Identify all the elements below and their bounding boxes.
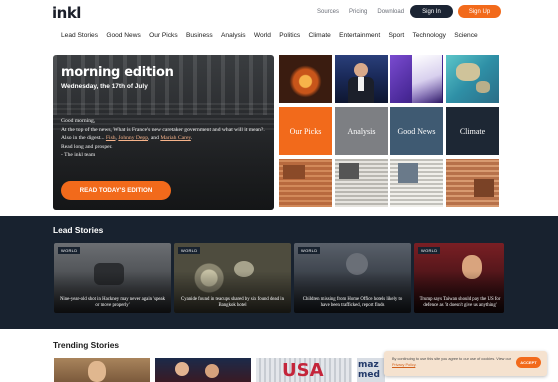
story-headline: Cyanide found in teacups shared by six f… bbox=[181, 297, 284, 309]
digest-text: Also in the digest... Fish, Johnny Depp,… bbox=[61, 135, 193, 141]
nav-item-lead-stories[interactable]: Lead Stories bbox=[61, 32, 98, 39]
lead-story-card[interactable]: WORLD Nine-year-old shot in Hackney may … bbox=[54, 243, 171, 313]
newspaper-image-tile-2[interactable] bbox=[335, 159, 388, 207]
privacy-policy-link[interactable]: Privacy Policy bbox=[392, 363, 415, 367]
world-tag: WORLD bbox=[298, 247, 321, 254]
nav-item-climate[interactable]: Climate bbox=[308, 32, 330, 39]
nav-item-world[interactable]: World bbox=[254, 32, 271, 39]
greeting-text: Good morning, bbox=[61, 118, 96, 124]
nav-item-analysis[interactable]: Analysis bbox=[221, 32, 246, 39]
fireplace-image-tile[interactable] bbox=[279, 55, 332, 103]
story-headline: Children missing from Home Office hotels… bbox=[302, 297, 403, 309]
category-nav: Lead Stories Good News Our Picks Busines… bbox=[61, 32, 486, 39]
purple-abstract-image-tile[interactable] bbox=[390, 55, 443, 103]
download-link[interactable]: Download bbox=[377, 9, 404, 15]
usa-graphic: USA bbox=[282, 360, 324, 381]
edition-date: Wednesday, the 17th of July bbox=[61, 83, 148, 90]
nav-item-entertainment[interactable]: Entertainment bbox=[339, 32, 380, 39]
team-text: - The inkl team bbox=[61, 152, 96, 158]
pricing-link[interactable]: Pricing bbox=[349, 9, 367, 15]
climate-tile[interactable]: Climate bbox=[446, 107, 499, 155]
nav-item-politics[interactable]: Politics bbox=[279, 32, 300, 39]
read-edition-button[interactable]: READ TODAY'S EDITION bbox=[61, 181, 171, 200]
newspaper-image-tile-4[interactable] bbox=[446, 159, 499, 207]
speaker-image-tile[interactable] bbox=[335, 55, 388, 103]
cookie-banner: By continuing to use this site you agree… bbox=[384, 351, 547, 376]
edition-title: morning edition bbox=[61, 65, 174, 80]
trending-story-card[interactable]: maz med bbox=[357, 358, 385, 382]
our-picks-tile[interactable]: Our Picks bbox=[279, 107, 332, 155]
lead-story-card[interactable]: WORLD Cyanide found in teacups shared by… bbox=[174, 243, 291, 313]
lead-story-card[interactable]: WORLD Children missing from Home Office … bbox=[294, 243, 411, 313]
sign-up-button[interactable]: Sign Up bbox=[458, 5, 501, 18]
mariah-carey-link[interactable]: Mariah Carey bbox=[160, 135, 191, 141]
world-tag: WORLD bbox=[178, 247, 201, 254]
lead-story-card[interactable]: WORLD Trump says Taiwan should pay the U… bbox=[414, 243, 504, 313]
sign-in-button[interactable]: Sign In bbox=[410, 5, 453, 18]
signoff-text: Read long and prosper. bbox=[61, 143, 113, 150]
trending-story-card[interactable] bbox=[54, 358, 150, 382]
trending-story-card[interactable] bbox=[155, 358, 251, 382]
story-headline: Nine-year-old shot in Hackney may never … bbox=[59, 297, 166, 309]
top-links: Sources Pricing Download bbox=[317, 9, 404, 15]
nav-item-our-picks[interactable]: Our Picks bbox=[149, 32, 178, 39]
nav-item-sport[interactable]: Sport bbox=[388, 32, 404, 39]
newspaper-image-tile-1[interactable] bbox=[279, 159, 332, 207]
trending-story-card[interactable]: USA bbox=[256, 358, 352, 382]
nav-item-business[interactable]: Business bbox=[186, 32, 213, 39]
morning-edition-card: morning edition Wednesday, the 17th of J… bbox=[53, 55, 274, 210]
story-headline: Trump says Taiwan should pay the US for … bbox=[419, 297, 501, 309]
nav-item-science[interactable]: Science bbox=[454, 32, 477, 39]
media-graphic: maz med bbox=[358, 360, 380, 380]
world-tag: WORLD bbox=[418, 247, 441, 254]
newspaper-image-tile-3[interactable] bbox=[390, 159, 443, 207]
johnny-depp-link[interactable]: Johnny Depp bbox=[118, 135, 148, 141]
good-news-tile[interactable]: Good News bbox=[390, 107, 443, 155]
nav-item-technology[interactable]: Technology bbox=[413, 32, 446, 39]
trending-stories-heading: Trending Stories bbox=[53, 340, 120, 350]
coastal-map-image-tile[interactable] bbox=[446, 55, 499, 103]
cookie-notice-text: By continuing to use this site you agree… bbox=[392, 357, 511, 367]
accept-cookies-button[interactable]: ACCEPT bbox=[516, 357, 541, 368]
inkl-logo[interactable]: inkl bbox=[52, 4, 81, 22]
sources-link[interactable]: Sources bbox=[317, 9, 339, 15]
lead-stories-heading: Lead Stories bbox=[53, 225, 104, 235]
fish-link[interactable]: Fish bbox=[106, 135, 116, 141]
world-tag: WORLD bbox=[58, 247, 81, 254]
top-news-text: At the top of the news, What is France's… bbox=[61, 126, 265, 133]
analysis-tile[interactable]: Analysis bbox=[335, 107, 388, 155]
nav-item-good-news[interactable]: Good News bbox=[106, 32, 140, 39]
edition-summary: Good morning, At the top of the news, Wh… bbox=[61, 117, 271, 160]
